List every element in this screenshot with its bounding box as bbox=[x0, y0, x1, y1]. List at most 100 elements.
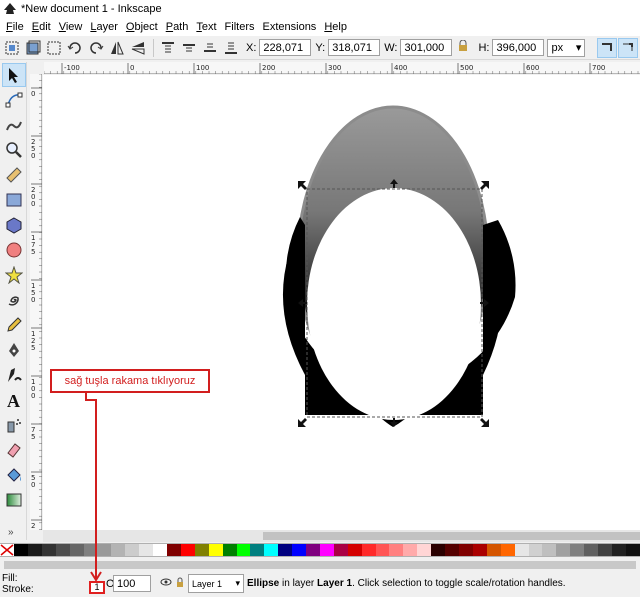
horizontal-ruler[interactable]: -100 0 100 200 300 400 500 600 700 bbox=[43, 62, 640, 74]
menu-edit[interactable]: Edit bbox=[28, 21, 55, 33]
layer-select[interactable]: Layer 1 ▾ bbox=[188, 574, 244, 593]
text-tool-icon[interactable]: A bbox=[2, 388, 26, 412]
palette-swatch[interactable] bbox=[14, 544, 28, 556]
palette-swatch[interactable] bbox=[27, 544, 42, 556]
lock-icon[interactable] bbox=[176, 577, 184, 591]
calligraphy-tool-icon[interactable] bbox=[2, 363, 26, 387]
pen-tool-icon[interactable] bbox=[2, 338, 26, 362]
palette-swatch[interactable] bbox=[139, 544, 154, 556]
gradient-tool-icon[interactable] bbox=[2, 488, 26, 512]
spiral-tool-icon[interactable] bbox=[2, 288, 26, 312]
toolbox-more-icon[interactable]: » bbox=[8, 527, 14, 538]
palette-swatch[interactable] bbox=[500, 544, 515, 556]
scale-corners-icon[interactable] bbox=[618, 37, 639, 58]
unit-select[interactable]: px ▾ bbox=[547, 38, 586, 57]
node-tool-icon[interactable] bbox=[2, 88, 26, 112]
deselect-icon[interactable] bbox=[44, 38, 64, 58]
palette-swatch[interactable] bbox=[55, 544, 70, 556]
raise-icon[interactable] bbox=[179, 38, 199, 58]
menu-extensions[interactable]: Extensions bbox=[259, 21, 321, 33]
palette-swatch[interactable] bbox=[111, 544, 126, 556]
no-paint-swatch[interactable] bbox=[0, 544, 14, 556]
palette-swatch[interactable] bbox=[556, 544, 571, 556]
menu-path[interactable]: Path bbox=[162, 21, 193, 33]
palette-swatch[interactable] bbox=[180, 544, 195, 556]
palette-swatch[interactable] bbox=[570, 544, 585, 556]
raise-to-top-icon[interactable] bbox=[158, 38, 178, 58]
opacity-input[interactable] bbox=[113, 575, 151, 592]
palette-swatch[interactable] bbox=[361, 544, 376, 556]
rectangle-tool-icon[interactable] bbox=[2, 188, 26, 212]
eraser-tool-icon[interactable] bbox=[2, 438, 26, 462]
paint-bucket-tool-icon[interactable] bbox=[2, 463, 26, 487]
spray-tool-icon[interactable] bbox=[2, 413, 26, 437]
flip-vertical-icon[interactable] bbox=[128, 38, 148, 58]
palette-swatch[interactable] bbox=[125, 544, 140, 556]
x-input[interactable] bbox=[259, 39, 312, 56]
ellipse-tool-icon[interactable] bbox=[2, 238, 26, 262]
palette-swatch[interactable] bbox=[459, 544, 473, 556]
width-input[interactable] bbox=[400, 39, 453, 56]
stroke-width-value[interactable]: 1 bbox=[89, 581, 105, 594]
palette-swatch[interactable] bbox=[445, 544, 459, 556]
palette-swatch[interactable] bbox=[347, 544, 362, 556]
palette-swatch[interactable] bbox=[611, 544, 626, 556]
palette-swatch[interactable] bbox=[486, 544, 501, 556]
lower-to-bottom-icon[interactable] bbox=[221, 38, 241, 58]
palette-swatch[interactable] bbox=[97, 544, 112, 556]
eye-icon[interactable] bbox=[160, 577, 172, 590]
fill-stroke-indicator[interactable]: Fill: Stroke: bbox=[2, 573, 34, 595]
vertical-ruler[interactable]: 0250200175150125100755025 bbox=[30, 73, 42, 537]
palette-scrollbar[interactable] bbox=[0, 558, 640, 572]
palette-swatch[interactable] bbox=[319, 544, 334, 556]
palette-swatch[interactable] bbox=[83, 544, 98, 556]
lock-ratio-icon[interactable] bbox=[458, 39, 468, 55]
palette-swatch[interactable] bbox=[278, 544, 293, 556]
menu-object[interactable]: Object bbox=[122, 21, 162, 33]
palette-swatch[interactable] bbox=[208, 544, 223, 556]
scrollbar-thumb[interactable] bbox=[263, 532, 640, 540]
palette-swatch[interactable] bbox=[166, 544, 181, 556]
measure-tool-icon[interactable] bbox=[2, 163, 26, 187]
palette-swatch[interactable] bbox=[431, 544, 446, 556]
palette-swatch[interactable] bbox=[69, 544, 84, 556]
zoom-tool-icon[interactable] bbox=[2, 138, 26, 162]
white-inner-ellipse[interactable] bbox=[307, 188, 481, 420]
horizontal-scrollbar[interactable] bbox=[43, 530, 640, 542]
height-input[interactable] bbox=[492, 39, 545, 56]
palette-swatch[interactable] bbox=[528, 544, 543, 556]
menu-file[interactable]: File bbox=[2, 21, 28, 33]
menu-filters[interactable]: Filters bbox=[221, 21, 259, 33]
palette-swatch[interactable] bbox=[250, 544, 265, 556]
menu-help[interactable]: Help bbox=[320, 21, 351, 33]
palette-swatch[interactable] bbox=[292, 544, 307, 556]
selector-tool-icon[interactable] bbox=[2, 63, 26, 87]
select-all-layers-icon[interactable] bbox=[23, 38, 43, 58]
palette-swatch[interactable] bbox=[514, 544, 529, 556]
palette-swatch[interactable] bbox=[403, 544, 418, 556]
pencil-tool-icon[interactable] bbox=[2, 313, 26, 337]
palette-swatch[interactable] bbox=[333, 544, 348, 556]
palette-swatch[interactable] bbox=[584, 544, 599, 556]
palette-swatch[interactable] bbox=[306, 544, 320, 556]
palette-swatch[interactable] bbox=[222, 544, 237, 556]
palette-swatch[interactable] bbox=[194, 544, 209, 556]
palette-swatch[interactable] bbox=[375, 544, 390, 556]
palette-swatch[interactable] bbox=[236, 544, 251, 556]
palette-swatch[interactable] bbox=[41, 544, 56, 556]
palette-swatch[interactable] bbox=[264, 544, 279, 556]
drawing-canvas[interactable] bbox=[43, 75, 640, 530]
palette-swatch[interactable] bbox=[472, 544, 487, 556]
3d-box-tool-icon[interactable] bbox=[2, 213, 26, 237]
menu-layer[interactable]: Layer bbox=[86, 21, 122, 33]
palette-swatch[interactable] bbox=[389, 544, 404, 556]
scale-stroke-icon[interactable] bbox=[597, 37, 618, 58]
palette-scroll-thumb[interactable] bbox=[4, 561, 636, 569]
palette-swatch[interactable] bbox=[542, 544, 557, 556]
palette-swatch[interactable] bbox=[417, 544, 432, 556]
menu-view[interactable]: View bbox=[55, 21, 87, 33]
flip-horizontal-icon[interactable] bbox=[107, 38, 127, 58]
palette-swatch[interactable] bbox=[153, 544, 167, 556]
rotate-cw-icon[interactable] bbox=[86, 38, 106, 58]
menu-text[interactable]: Text bbox=[192, 21, 220, 33]
